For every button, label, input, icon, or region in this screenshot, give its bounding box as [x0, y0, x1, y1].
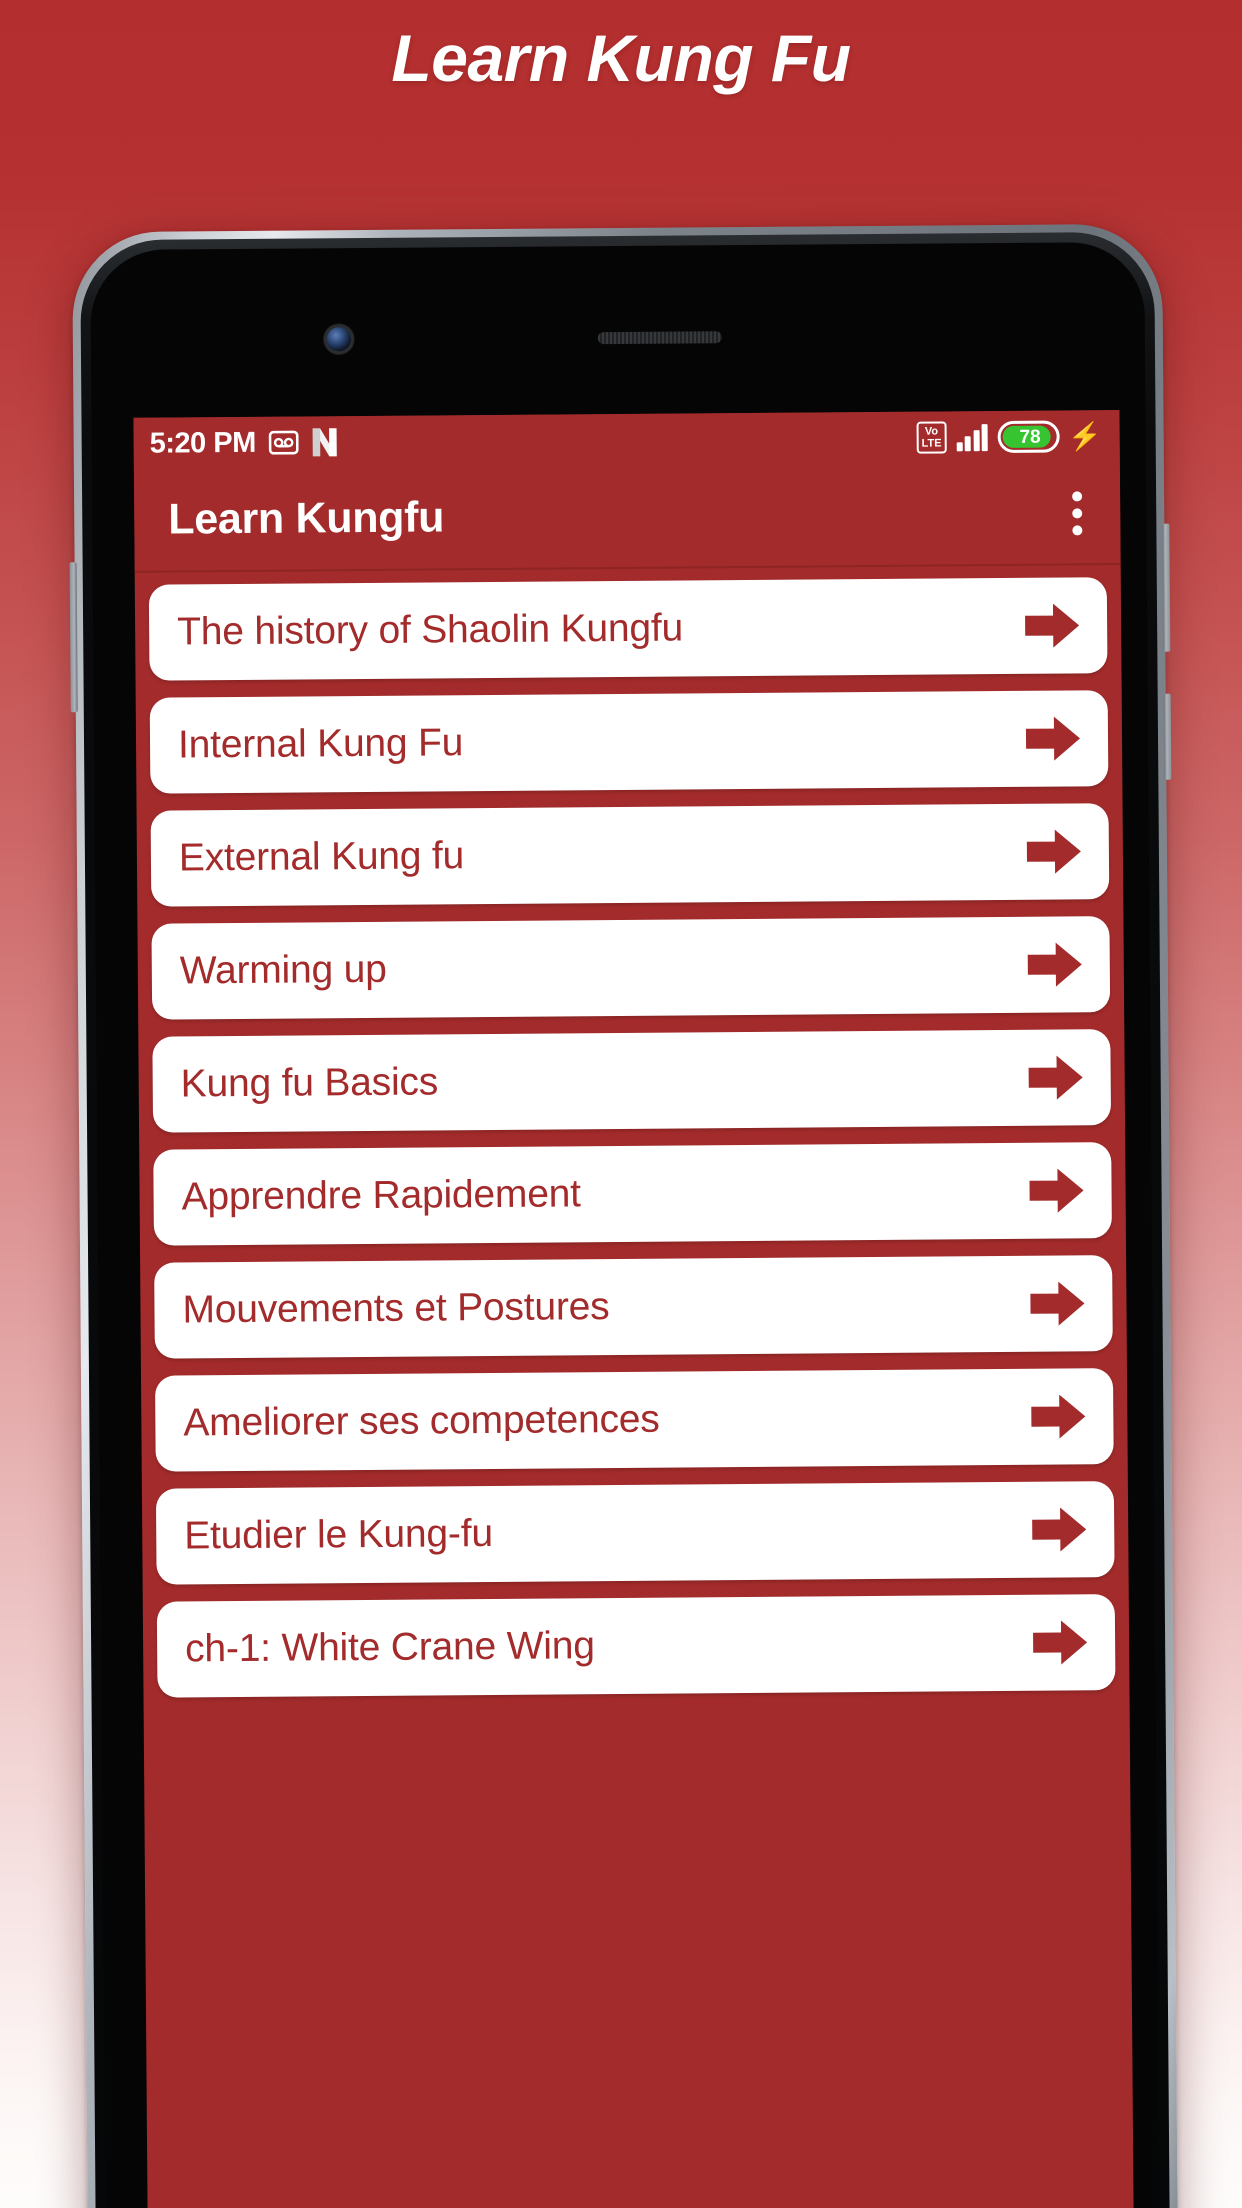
list-item-label: Kung fu Basics	[180, 1060, 439, 1106]
chevron-right-arrow-icon	[1026, 829, 1081, 874]
promo-screenshot-page: Learn Kung Fu 5:20 PM Vo LTE 78 ⚡ Learn …	[0, 0, 1242, 2208]
overflow-dot	[1072, 490, 1083, 501]
app-action-bar: Learn Kungfu	[133, 462, 1121, 573]
chevron-right-arrow-icon	[1030, 1281, 1085, 1326]
list-item[interactable]: Ameliorer ses competences	[154, 1368, 1114, 1472]
chevron-right-arrow-icon	[1031, 1394, 1086, 1439]
list-item[interactable]: Kung fu Basics	[152, 1029, 1112, 1133]
battery-icon: 78	[997, 420, 1061, 454]
chevron-right-arrow-icon	[1027, 942, 1082, 987]
volume-button[interactable]	[1163, 693, 1172, 780]
list-item-label: Internal Kung Fu	[177, 721, 464, 767]
chevron-right-arrow-icon	[1029, 1168, 1084, 1213]
volte-bottom: LTE	[921, 437, 942, 450]
phone-bezel: 5:20 PM Vo LTE 78 ⚡ Learn Kungfu The his…	[90, 241, 1161, 2208]
chevron-right-arrow-icon	[1025, 716, 1081, 761]
app-title: Learn Kungfu	[168, 493, 445, 544]
voicemail-icon	[268, 430, 299, 455]
list-item-label: ch-1: White Crane Wing	[184, 1624, 595, 1671]
overflow-menu-icon[interactable]	[1058, 481, 1097, 545]
front-camera-icon	[326, 327, 351, 352]
list-item-label: Warming up	[179, 947, 387, 993]
earpiece-speaker-icon	[597, 331, 722, 345]
phone-mockup: 5:20 PM Vo LTE 78 ⚡ Learn Kungfu The his…	[69, 223, 1179, 2208]
phone-inner-frame: 5:20 PM Vo LTE 78 ⚡ Learn Kungfu The his…	[80, 231, 1171, 2208]
lesson-list: The history of Shaolin Kungfu Internal Ku…	[135, 565, 1130, 1698]
status-time: 5:20 PM	[149, 426, 256, 460]
silent-switch[interactable]	[69, 562, 78, 713]
list-item[interactable]: Mouvements et Postures	[154, 1255, 1113, 1359]
overflow-dot	[1072, 524, 1083, 535]
volte-top: Vo	[924, 425, 939, 438]
overflow-dot	[1072, 507, 1083, 518]
charging-bolt-icon: ⚡	[1067, 420, 1102, 451]
chevron-right-arrow-icon	[1025, 603, 1080, 648]
volte-icon: Vo LTE	[916, 421, 947, 454]
status-bar: 5:20 PM Vo LTE 78 ⚡	[133, 410, 1120, 470]
list-item-label: Etudier le Kung-fu	[184, 1512, 494, 1558]
battery-percent-label: 78	[1019, 426, 1041, 448]
status-bar-right: Vo LTE 78 ⚡	[916, 420, 1102, 454]
power-button[interactable]	[1162, 523, 1171, 652]
list-item[interactable]: The history of Shaolin Kungfu	[148, 577, 1108, 681]
list-item[interactable]: Apprendre Rapidement	[153, 1142, 1112, 1246]
list-item-label: Ameliorer ses competences	[183, 1397, 660, 1445]
signal-strength-icon	[956, 423, 989, 452]
list-item[interactable]: Internal Kung Fu	[149, 690, 1109, 794]
list-item-label: External Kung fu	[178, 834, 465, 880]
chevron-right-arrow-icon	[1032, 1507, 1087, 1552]
chevron-right-arrow-icon	[1033, 1620, 1088, 1665]
list-item-label: Apprendre Rapidement	[181, 1172, 582, 1219]
list-item[interactable]: External Kung fu	[150, 803, 1110, 907]
app-screen: 5:20 PM Vo LTE 78 ⚡ Learn Kungfu The his…	[133, 410, 1135, 2208]
status-bar-left: 5:20 PM	[150, 426, 338, 460]
list-item-label: Mouvements et Postures	[182, 1285, 610, 1332]
netflix-n-icon	[312, 427, 338, 457]
list-item[interactable]: ch-1: White Crane Wing	[156, 1594, 1116, 1698]
list-item[interactable]: Etudier le Kung-fu	[155, 1481, 1115, 1585]
list-item[interactable]: Warming up	[151, 916, 1111, 1020]
list-item-label: The history of Shaolin Kungfu	[176, 606, 684, 654]
page-title: Learn Kung Fu	[391, 21, 851, 95]
chevron-right-arrow-icon	[1028, 1055, 1083, 1100]
